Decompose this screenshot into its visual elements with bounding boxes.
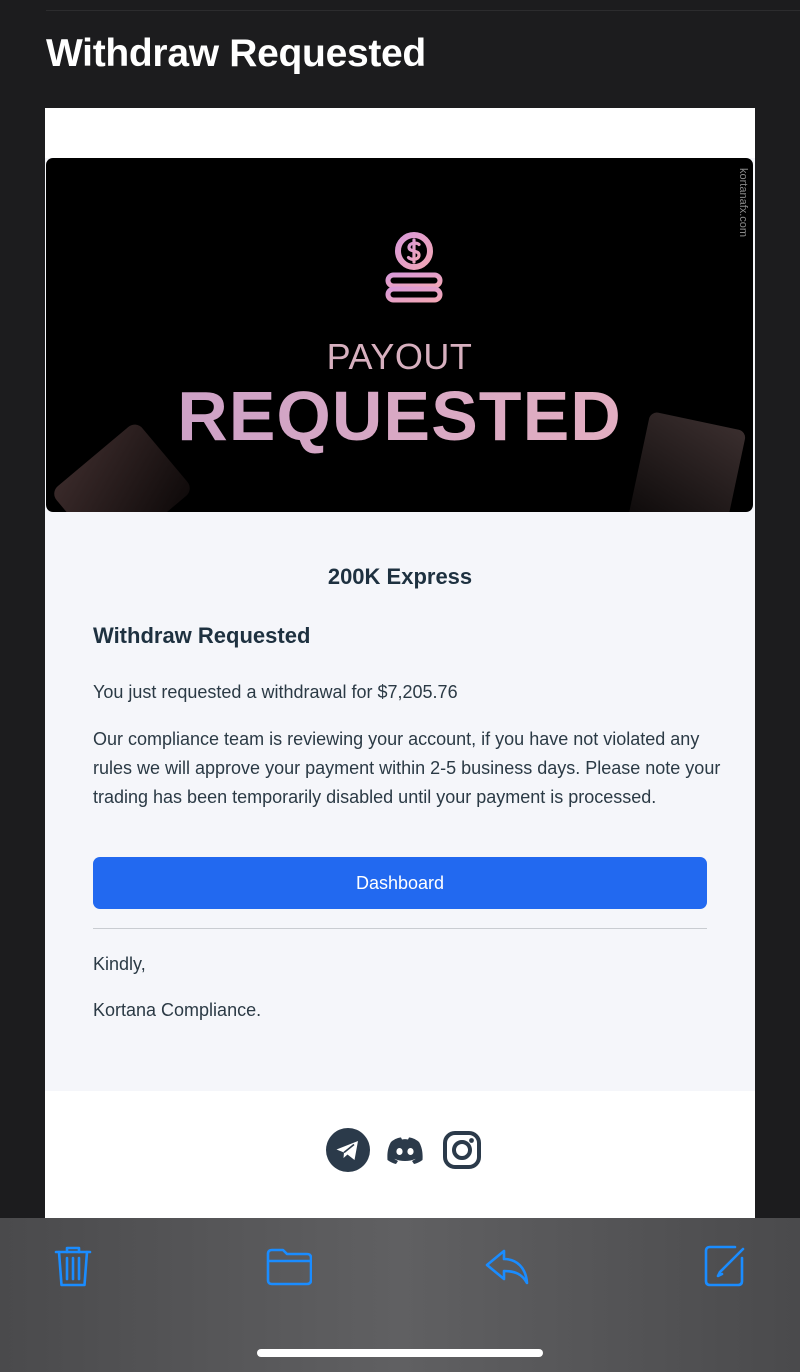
- content-title: Withdraw Requested: [93, 623, 311, 648]
- compose-icon[interactable]: [701, 1243, 747, 1289]
- content-divider: [93, 928, 707, 929]
- email-body: kortanafx.com PAYOUT REQUESTED 200K Expr…: [45, 108, 755, 1218]
- dashboard-button[interactable]: Dashboard: [93, 857, 707, 909]
- payout-banner: kortanafx.com PAYOUT REQUESTED: [46, 158, 753, 512]
- telegram-icon[interactable]: [326, 1128, 370, 1172]
- product-name: 200K Express: [327, 564, 473, 589]
- closing-text: Kindly,: [93, 954, 146, 974]
- banner-payout-text: PAYOUT: [326, 336, 473, 377]
- top-divider: [46, 10, 800, 11]
- instagram-icon[interactable]: [440, 1128, 484, 1172]
- home-indicator: [257, 1349, 543, 1357]
- signature-text: Kortana Compliance.: [93, 1000, 262, 1020]
- coin-stack-icon: [385, 232, 443, 303]
- email-header-spacer: [45, 108, 755, 158]
- mail-subject: Withdraw Requested: [46, 32, 426, 75]
- trash-icon[interactable]: [50, 1243, 96, 1289]
- banner-requested-text: REQUESTED: [46, 376, 753, 456]
- compliance-review-text: Our compliance team is reviewing your ac…: [93, 729, 721, 807]
- banner-watermark: kortanafx.com: [737, 168, 749, 238]
- discord-icon[interactable]: [383, 1128, 427, 1172]
- email-footer: [45, 1091, 755, 1218]
- withdrawal-amount-text: You just requested a withdrawal for $7,2…: [93, 682, 458, 702]
- reply-icon[interactable]: [484, 1243, 530, 1289]
- folder-icon[interactable]: [266, 1243, 312, 1289]
